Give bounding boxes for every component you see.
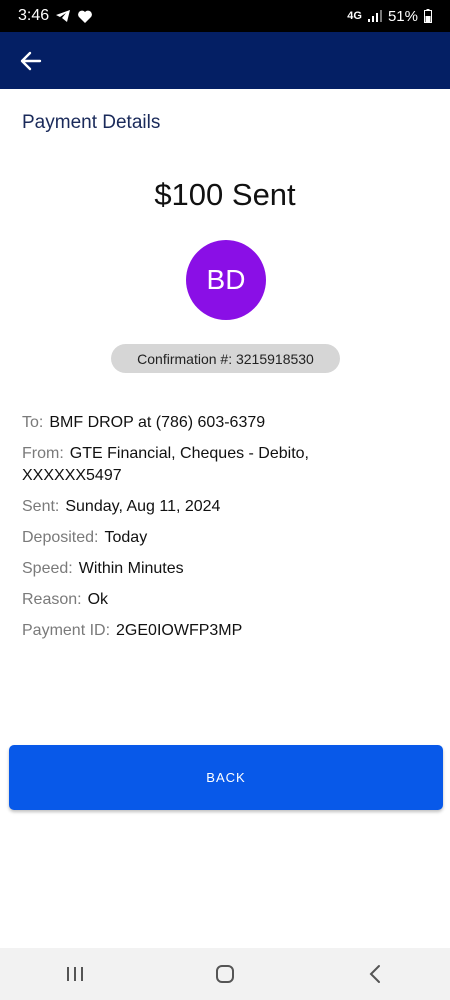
avatar-initials: BD bbox=[206, 264, 246, 295]
status-left: 3:46 bbox=[18, 7, 93, 25]
detail-from: From: GTE Financial, Cheques - Debito, XX… bbox=[22, 443, 352, 487]
detail-speed-label: Speed: bbox=[22, 560, 73, 577]
detail-to-value: BMF DROP at (786) 603-6379 bbox=[49, 414, 266, 431]
detail-payment-id-label: Payment ID: bbox=[22, 622, 111, 639]
avatar: BD bbox=[186, 240, 266, 320]
app-bar bbox=[0, 32, 450, 89]
heart-icon bbox=[77, 9, 93, 24]
system-back-icon[interactable] bbox=[355, 954, 395, 994]
detail-reason: Reason: Ok bbox=[22, 589, 432, 611]
detail-payment-id: Payment ID: 2GE0IOWFP3MP bbox=[22, 620, 432, 642]
arrow-left-icon[interactable] bbox=[20, 49, 44, 73]
home-icon[interactable] bbox=[205, 954, 245, 994]
recent-apps-icon[interactable] bbox=[55, 954, 95, 994]
telegram-icon bbox=[55, 9, 71, 23]
status-bar: 3:46 4G 51% bbox=[0, 0, 450, 32]
page-title: Payment Details bbox=[22, 112, 161, 133]
back-button-label: BACK bbox=[206, 770, 246, 785]
system-nav-bar bbox=[0, 948, 450, 1000]
signal-icon bbox=[367, 10, 382, 22]
amount-sent: $100 Sent bbox=[154, 177, 296, 212]
detail-deposited-value: Today bbox=[104, 529, 148, 546]
detail-reason-label: Reason: bbox=[22, 591, 82, 608]
detail-to: To: BMF DROP at (786) 603-6379 bbox=[22, 412, 432, 434]
detail-sent: Sent: Sunday, Aug 11, 2024 bbox=[22, 496, 432, 518]
detail-sent-label: Sent: bbox=[22, 498, 60, 515]
confirmation-text: Confirmation #: 3215918530 bbox=[137, 350, 314, 367]
network-type: 4G bbox=[347, 10, 362, 22]
payment-details-list: To: BMF DROP at (786) 603-6379 From: GTE F… bbox=[22, 412, 432, 651]
detail-speed: Speed: Within Minutes bbox=[22, 558, 432, 580]
status-time: 3:46 bbox=[18, 7, 50, 24]
detail-deposited: Deposited: Today bbox=[22, 527, 432, 549]
detail-payment-id-value: 2GE0IOWFP3MP bbox=[116, 622, 243, 639]
battery-percent: 51% bbox=[387, 7, 418, 25]
detail-speed-value: Within Minutes bbox=[78, 560, 184, 577]
detail-deposited-label: Deposited: bbox=[22, 529, 99, 546]
detail-to-label: To: bbox=[22, 414, 44, 431]
detail-reason-value: Ok bbox=[87, 591, 109, 608]
detail-from-label: From: bbox=[22, 445, 64, 462]
detail-sent-value: Sunday, Aug 11, 2024 bbox=[65, 498, 221, 515]
status-right: 4G 51% bbox=[347, 8, 432, 25]
battery-icon bbox=[424, 9, 432, 23]
back-button[interactable]: BACK bbox=[9, 745, 443, 810]
detail-from-value: GTE Financial, Cheques - Debito, XXXXXX5… bbox=[22, 445, 309, 484]
confirmation-badge: Confirmation #: 3215918530 bbox=[111, 344, 340, 373]
